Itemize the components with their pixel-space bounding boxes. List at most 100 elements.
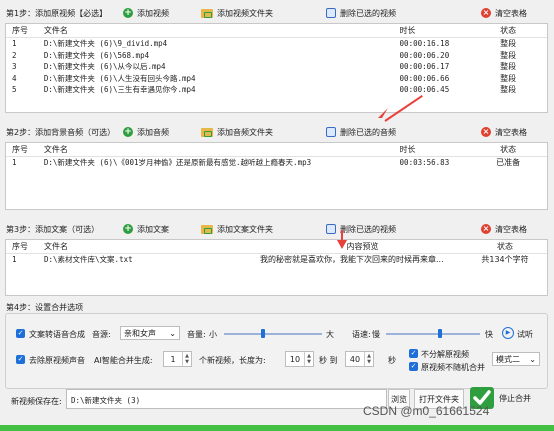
header-idx: 序号 [12,242,28,251]
volume-small: 小 [209,330,217,339]
cell-name: D:\新建文件夹 (6)\568.mp4 [43,50,150,60]
add-audio-folder-label: 添加音频文件夹 [217,127,273,137]
length-max-value: 40 [349,354,361,364]
plus-icon: + [123,8,133,18]
listen-button[interactable]: 试听 [517,329,533,340]
table-row[interactable]: 2 D:\新建文件夹 (6)\568.mp4 00:00:06.20 整段 [6,50,547,62]
mode-value: 模式二 [496,354,520,364]
tts-checkbox[interactable]: ✓ [16,329,25,338]
table-row[interactable]: 1 D:\新建文件夹 (6)\9_divid.mp4 00:00:16.18 整段 [6,38,547,50]
cell-name: D:\新建文件夹 (6)\人生没有回头今路.mp4 [43,73,196,83]
merge-options-panel: ✓ 文案转语音合成 音源: 亲和女声 ⌄ 音量: 小 大 语速: 慢 快 ▶ 试… [5,313,548,389]
cell-name: D:\新建文件夹 (6)\从今以后.mp4 [43,62,166,72]
clear-text-table-label: 清空表格 [495,224,527,234]
stepper-arrows-icon[interactable]: ▲ ▼ [182,352,191,366]
header-name: 文件名 [43,26,68,35]
step1-toolbar: 第1步：添加原视频【必选】 + 添加视频 添加视频文件夹 删除已选的视频 × 清… [6,5,549,21]
speed-slider[interactable] [386,333,480,335]
stepper-arrows-icon[interactable]: ▲ ▼ [364,352,373,366]
delete-selected-video-button[interactable]: 删除已选的视频 [326,8,481,19]
cell-duration: 00:00:06.20 [399,50,450,60]
cell-duration: 00:00:16.18 [399,39,450,49]
cell-name: D:\新建文件夹 (6)\三生有幸遇见你今.mp4 [43,85,196,95]
no-random-checkbox[interactable]: ✓ [409,362,418,371]
add-audio-button[interactable]: + 添加音频 [123,127,201,138]
browse-label: 浏览 [391,394,407,404]
delete-selected-video-label: 删除已选的视频 [340,8,396,18]
video-table[interactable]: 序号 文件名 时长 状态 1 D:\新建文件夹 (6)\9_divid.mp4 00… [5,23,548,113]
volume-slider-thumb[interactable] [261,329,266,338]
add-text-folder-button[interactable]: 添加文案文件夹 [201,224,326,235]
delete-selected-text-button[interactable]: 删除已选的视频 [326,224,481,235]
cell-duration: 00:00:06.45 [399,85,450,95]
table-row[interactable]: 5 D:\新建文件夹 (6)\三生有幸遇见你今.mp4 00:00:06.45 整段 [6,84,547,96]
audio-table[interactable]: 序号 文件名 时长 状态 1 D:\新建文件夹 (6)\《001岁月神偷》还是原新… [5,142,548,210]
text-table[interactable]: 序号 文件名 内容预览 状态 1 D:\素材文件库\文案.txt 我的秘密就是喜欢你… [5,239,548,296]
delete-selected-audio-button[interactable]: 删除已选的音频 [326,127,481,138]
volume-big: 大 [326,330,334,339]
voice-label: 音源: [92,330,111,339]
speed-slider-thumb[interactable] [437,329,442,338]
step4-label: 第4步：设置合并选项 [6,303,84,312]
add-video-button[interactable]: + 添加视频 [123,8,201,19]
folder-icon [201,127,213,137]
cell-name: D:\素材文件库\文案.txt [44,255,133,265]
cell-idx: 1 [12,158,17,168]
length-min-value: 10 [289,354,301,364]
cell-status: 整段 [500,62,517,72]
no-random-label: 原视频不随机合并 [421,363,485,372]
add-text-folder-label: 添加文案文件夹 [217,224,273,234]
cell-duration: 00:00:06.17 [399,62,450,72]
length-min-stepper[interactable]: 10 ▲ ▼ [285,351,314,367]
cell-status: 整段 [500,39,517,49]
clear-text-table-button[interactable]: × 清空表格 [481,224,527,235]
annotation-arrow-head [337,240,347,249]
save-path-input[interactable]: D:\新建文件夹 (3) [66,389,387,409]
voice-value: 亲和女声 [124,328,156,338]
header-status: 状态 [497,242,513,251]
volume-slider[interactable] [224,333,322,335]
add-text-button[interactable]: + 添加文案 [123,224,201,235]
voice-select[interactable]: 亲和女声 ⌄ [120,326,180,340]
table-row[interactable]: 1 D:\素材文件库\文案.txt 我的秘密就是喜欢你，我能下次回来的时候再来章..… [6,254,547,266]
tts-label: 文案转语音合成 [29,330,85,339]
header-duration: 时长 [399,145,416,154]
mode-select[interactable]: 模式二 ⌄ [492,352,540,366]
save-path-value: D:\新建文件夹 (3) [71,396,141,405]
play-icon[interactable]: ▶ [502,327,514,339]
cell-preview: 我的秘密就是喜欢你，我能下次回来的时候再来章... [260,255,444,265]
table-row[interactable]: 3 D:\新建文件夹 (6)\从今以后.mp4 00:00:06.17 整段 [6,61,547,73]
ai-count-stepper[interactable]: 1 ▲ ▼ [163,351,192,367]
step3-label: 第3步：添加文案（可选） [6,224,100,234]
table-row[interactable]: 4 D:\新建文件夹 (6)\人生没有回头今路.mp4 00:00:06.66 整段 [6,73,547,85]
step2-label: 第2步：添加背景音频（可选） [6,127,116,137]
header-status: 状态 [500,26,517,35]
annotation-arrow-head [378,108,388,118]
table-header: 序号 文件名 时长 状态 [6,143,547,157]
table-row[interactable]: 1 D:\新建文件夹 (6)\《001岁月神偷》还是原新最有感觉.越听越上瘾春天.… [6,157,547,169]
cell-idx: 4 [12,73,17,83]
ai-label: AI智能合并生成: [94,356,153,365]
no-split-label: 不分解原视频 [421,350,469,359]
cell-status: 已准备 [496,158,521,168]
delete-selected-audio-label: 删除已选的音频 [340,127,396,137]
plus-icon: + [123,127,133,137]
header-name: 文件名 [44,242,68,251]
audio-rows: 1 D:\新建文件夹 (6)\《001岁月神偷》还是原新最有感觉.越听越上瘾春天.… [6,157,547,169]
close-icon: × [481,224,491,234]
plus-icon: + [123,224,133,234]
save-path-label: 新视频保存在: [11,397,62,406]
close-icon: × [481,8,491,18]
length-to-label: 秒 到 [319,356,338,365]
clear-table-button[interactable]: × 清空表格 [481,8,527,19]
progress-fill [0,425,554,431]
add-audio-label: 添加音频 [137,127,169,137]
no-split-checkbox[interactable]: ✓ [409,349,418,358]
stepper-arrows-icon[interactable]: ▲ ▼ [304,352,313,366]
remove-audio-checkbox[interactable]: ✓ [16,355,25,364]
length-max-stepper[interactable]: 40 ▲ ▼ [345,351,374,367]
add-audio-folder-button[interactable]: 添加音频文件夹 [201,127,326,138]
header-idx: 序号 [12,145,28,154]
add-video-folder-button[interactable]: 添加视频文件夹 [201,8,326,19]
clear-audio-table-button[interactable]: × 清空表格 [481,127,527,138]
